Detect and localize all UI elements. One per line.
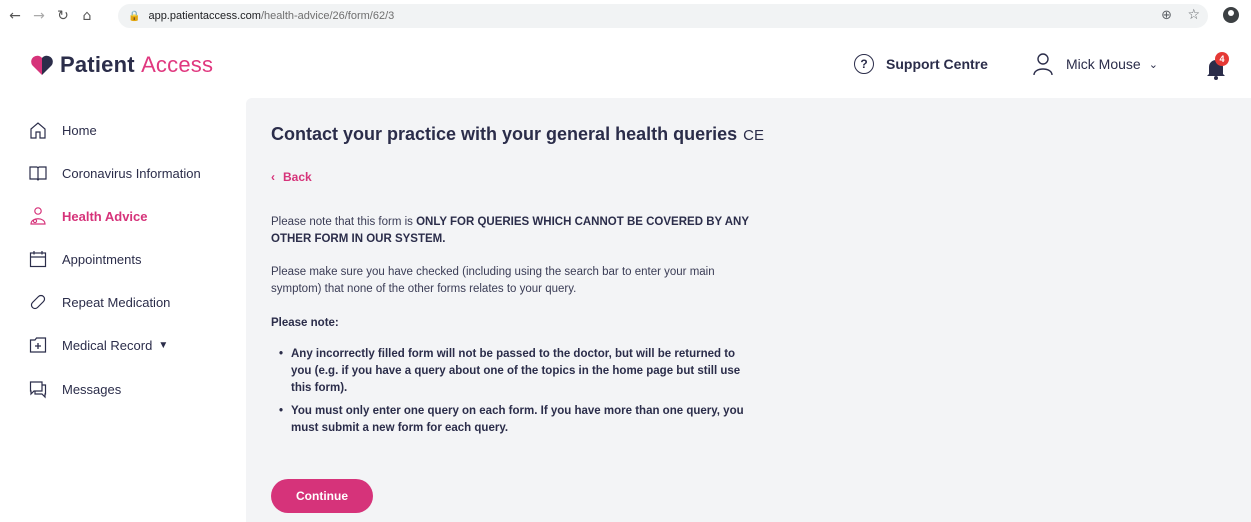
page-title: Contact your practice with your general … (271, 124, 764, 145)
help-icon: ? (854, 54, 874, 74)
sidebar-item-label: Health Advice (62, 208, 148, 224)
browser-profile-icon[interactable] (1223, 7, 1239, 23)
main-content: Contact your practice with your general … (246, 98, 1251, 522)
page-title-text: Contact your practice with your general … (271, 124, 738, 144)
url-host: app.patientaccess.com (148, 10, 261, 22)
sidebar-item-home[interactable]: Home (28, 120, 97, 140)
bookmark-star-icon[interactable]: ☆ (1187, 7, 1200, 23)
pill-icon (30, 294, 46, 310)
home-icon (30, 122, 46, 139)
user-icon (1033, 53, 1053, 76)
address-bar[interactable]: 🔒 app.patientaccess.com /health-advice/2… (118, 4, 1208, 28)
back-link[interactable]: ‹ Back (271, 170, 312, 184)
sidebar-item-messages[interactable]: Messages (28, 379, 121, 399)
support-centre-label: Support Centre (886, 56, 988, 72)
sidebar-item-label: Coronavirus Information (62, 165, 201, 181)
sidebar-item-repeat-medication[interactable]: Repeat Medication (28, 292, 170, 312)
patient-access-logo[interactable]: Patient Access (30, 52, 213, 78)
calendar-icon (29, 251, 47, 268)
user-name: Mick Mouse (1066, 56, 1141, 72)
continue-button[interactable]: Continue (271, 479, 373, 513)
book-icon (29, 166, 47, 181)
check-other-forms-text: Please make sure you have checked (inclu… (271, 266, 715, 295)
user-menu[interactable]: Mick Mouse ⌄ (1032, 52, 1158, 76)
sidebar-nav: Home Coronavirus Information Health Advi… (0, 98, 246, 522)
notification-badge: 4 (1215, 52, 1229, 66)
sidebar-item-label: Messages (62, 381, 122, 397)
logo-text-access: Access (141, 52, 214, 77)
list-item: You must only enter one query on each fo… (271, 403, 751, 437)
sidebar-item-label: Appointments (62, 251, 142, 267)
list-item: Any incorrectly filled form will not be … (271, 346, 751, 397)
form-scope-notice: Please note that this form is ONLY FOR Q… (271, 214, 751, 248)
support-centre-link[interactable]: ? Support Centre (854, 54, 988, 74)
sidebar-item-medical-record[interactable]: Medical Record ▼ (28, 335, 168, 355)
chevron-down-icon: ⌄ (1148, 58, 1158, 71)
sidebar-item-label: Medical Record (62, 337, 153, 353)
zoom-icon[interactable]: ⊕ (1161, 8, 1172, 23)
chat-icon (29, 381, 47, 399)
sidebar-item-coronavirus[interactable]: Coronavirus Information (28, 163, 201, 183)
browser-toolbar: ← → ↻ ⌂ 🔒 app.patientaccess.com /health-… (0, 0, 1251, 32)
home-browser-icon[interactable]: ⌂ (78, 8, 96, 24)
back-label: Back (283, 170, 312, 184)
please-note-label: Please note: (271, 317, 339, 329)
chevron-down-icon: ▼ (158, 339, 169, 351)
lock-icon: 🔒 (128, 10, 141, 22)
sidebar-item-appointments[interactable]: Appointments (28, 249, 142, 269)
url-path: /health-advice/26/form/62/3 (260, 10, 395, 22)
notes-list: Any incorrectly filled form will not be … (271, 346, 751, 443)
logo-text-patient: Patient (60, 52, 135, 77)
notifications-button[interactable]: 4 (1205, 52, 1229, 80)
heart-logo-icon (31, 55, 53, 75)
reload-icon[interactable]: ↻ (54, 8, 72, 24)
app-header: Patient Access ? Support Centre Mick Mou… (0, 32, 1251, 98)
sidebar-item-label: Home (62, 122, 97, 138)
sidebar-item-health-advice[interactable]: Health Advice (28, 206, 148, 226)
sidebar-item-label: Repeat Medication (62, 294, 171, 310)
browser-back-icon[interactable]: ← (6, 8, 24, 24)
ce-mark: CE (743, 127, 764, 144)
browser-forward-icon[interactable]: → (30, 8, 48, 24)
chevron-left-icon: ‹ (271, 170, 275, 184)
medical-record-icon (29, 337, 47, 353)
stethoscope-icon (30, 207, 46, 225)
notice-prefix: Please note that this form is (271, 216, 417, 228)
